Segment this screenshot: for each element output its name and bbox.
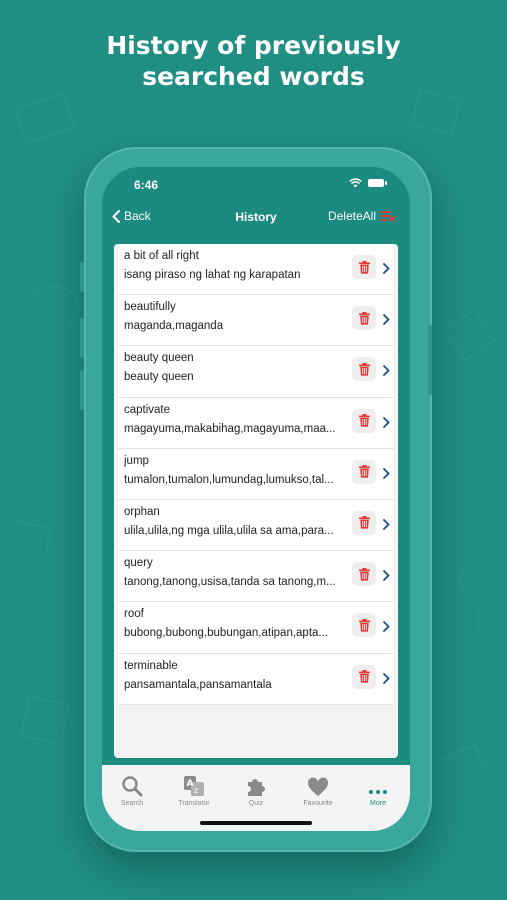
history-translation: bubong,bubong,bubungan,atipan,apta... [124, 627, 328, 640]
trash-icon [358, 362, 370, 376]
tab-search-label: Search [120, 800, 144, 807]
trash-icon [358, 465, 370, 478]
chevron-right-icon[interactable] [383, 619, 390, 637]
phone-button-mute [80, 262, 84, 292]
history-word: a bit of all right [124, 250, 199, 262]
phone-button-volume-down [80, 370, 84, 410]
navigation-bar: Back History DeleteAll [102, 203, 410, 233]
history-list-card: a bit of all right isang piraso ng lahat … [114, 244, 398, 758]
trash-icon [358, 414, 370, 427]
back-button[interactable]: Back [112, 209, 151, 223]
chevron-right-icon[interactable] [383, 261, 390, 279]
svg-text:z: z [194, 786, 198, 795]
history-translation: isang piraso ng lahat ng karapatan [124, 269, 301, 281]
phone-screen: 6:46 Back History DeleteAll a bit of all… [102, 167, 410, 831]
history-word: roof [124, 608, 144, 621]
chevron-right-icon[interactable] [383, 363, 390, 381]
tab-favourite-label: Favourite [303, 800, 333, 807]
chevron-right-icon[interactable] [383, 415, 390, 433]
history-translation: maganda,maganda [124, 320, 224, 333]
history-translation: tanong,tanong,usisa,tanda sa tanong,m... [124, 576, 336, 589]
chevron-right-icon[interactable] [383, 568, 390, 586]
home-indicator [200, 821, 312, 825]
delete-all-label: DeleteAll [327, 209, 376, 223]
history-word: beautifully [124, 301, 176, 314]
chevron-left-icon [112, 209, 120, 223]
delete-item-button[interactable] [352, 613, 376, 638]
history-row[interactable]: terminable pansamantala,pansamantala [118, 653, 394, 705]
history-translation: magayuma,makabihag,magayuma,maa... [124, 422, 336, 435]
delete-item-button[interactable] [352, 664, 376, 689]
tab-quiz[interactable]: Quiz [226, 773, 286, 807]
delete-all-button[interactable]: DeleteAll [328, 209, 396, 223]
delete-item-button[interactable] [352, 562, 376, 587]
history-row[interactable]: captivate magayuma,makabihag,magayuma,maa… [118, 397, 394, 449]
history-word: beauty queen [124, 352, 194, 365]
delete-item-button[interactable] [352, 357, 376, 382]
trash-icon [358, 260, 370, 274]
history-row[interactable]: a bit of all right isang piraso ng lahat … [118, 244, 394, 296]
phone-button-volume-up [80, 318, 84, 358]
tab-search[interactable]: Search [102, 773, 162, 807]
tab-translator[interactable]: A z Translator [164, 773, 224, 807]
battery-icon [368, 179, 387, 187]
history-row[interactable]: beauty queen beauty queen [118, 346, 394, 398]
phone-button-power [428, 325, 432, 395]
delete-item-button[interactable] [352, 255, 376, 279]
trash-icon [358, 311, 370, 325]
tab-quiz-label: Quiz [248, 800, 264, 807]
tab-more-label: More [370, 800, 386, 807]
delete-item-button[interactable] [352, 459, 376, 484]
status-bar: 6:46 [102, 167, 410, 203]
chevron-right-icon[interactable] [383, 466, 390, 484]
history-word: captivate [124, 403, 171, 416]
tab-translator-label: Translator [178, 800, 210, 807]
delete-item-button[interactable] [352, 510, 376, 535]
trash-icon [358, 670, 370, 683]
history-list: a bit of all right isang piraso ng lahat … [114, 244, 398, 705]
delete-all-icon [381, 211, 396, 222]
history-word: terminable [124, 659, 178, 672]
history-translation: tumalon,tumalon,lumundag,lumukso,tal... [124, 473, 334, 486]
history-word: jump [124, 454, 149, 467]
svg-text:A: A [187, 779, 194, 789]
status-time: 6:46 [134, 178, 159, 192]
more-icon [369, 790, 387, 794]
chevron-right-icon[interactable] [383, 671, 390, 689]
history-row[interactable]: query tanong,tanong,usisa,tanda sa tanong… [118, 551, 394, 603]
promo-headline: History of previously searched words [0, 30, 507, 92]
trash-icon [358, 516, 370, 530]
history-row[interactable]: beautifully maganda,maganda [118, 295, 394, 347]
promo-title-line2: searched words [142, 62, 365, 91]
search-icon [122, 776, 143, 797]
history-translation: pansamantala,pansamantala [124, 678, 272, 691]
tab-favourite[interactable]: Favourite [288, 773, 348, 807]
delete-item-button[interactable] [352, 408, 376, 433]
status-icons [349, 178, 387, 188]
heart-icon [307, 777, 329, 796]
trash-icon [358, 618, 370, 632]
history-row[interactable]: roof bubong,bubong,bubungan,atipan,apta..… [118, 602, 394, 654]
history-translation: beauty queen [124, 371, 194, 384]
history-word: query [124, 557, 153, 570]
translator-icon: A z [184, 776, 204, 796]
chevron-right-icon[interactable] [383, 312, 390, 330]
puzzle-icon [248, 779, 265, 796]
history-word: orphan [124, 505, 160, 518]
wifi-icon [349, 178, 362, 188]
chevron-right-icon[interactable] [383, 517, 390, 535]
history-row[interactable]: jump tumalon,tumalon,lumundag,lumukso,tal… [118, 448, 394, 500]
promo-title-line1: History of previously [106, 31, 401, 60]
trash-icon [358, 567, 370, 581]
back-label: Back [124, 209, 151, 223]
history-row[interactable]: orphan ulila,ulila,ng mga ulila,ulila sa … [118, 499, 394, 552]
tab-more[interactable]: More [348, 773, 408, 807]
delete-item-button[interactable] [352, 306, 376, 331]
history-translation: ulila,ulila,ng mga ulila,ulila sa ama,pa… [124, 524, 334, 537]
